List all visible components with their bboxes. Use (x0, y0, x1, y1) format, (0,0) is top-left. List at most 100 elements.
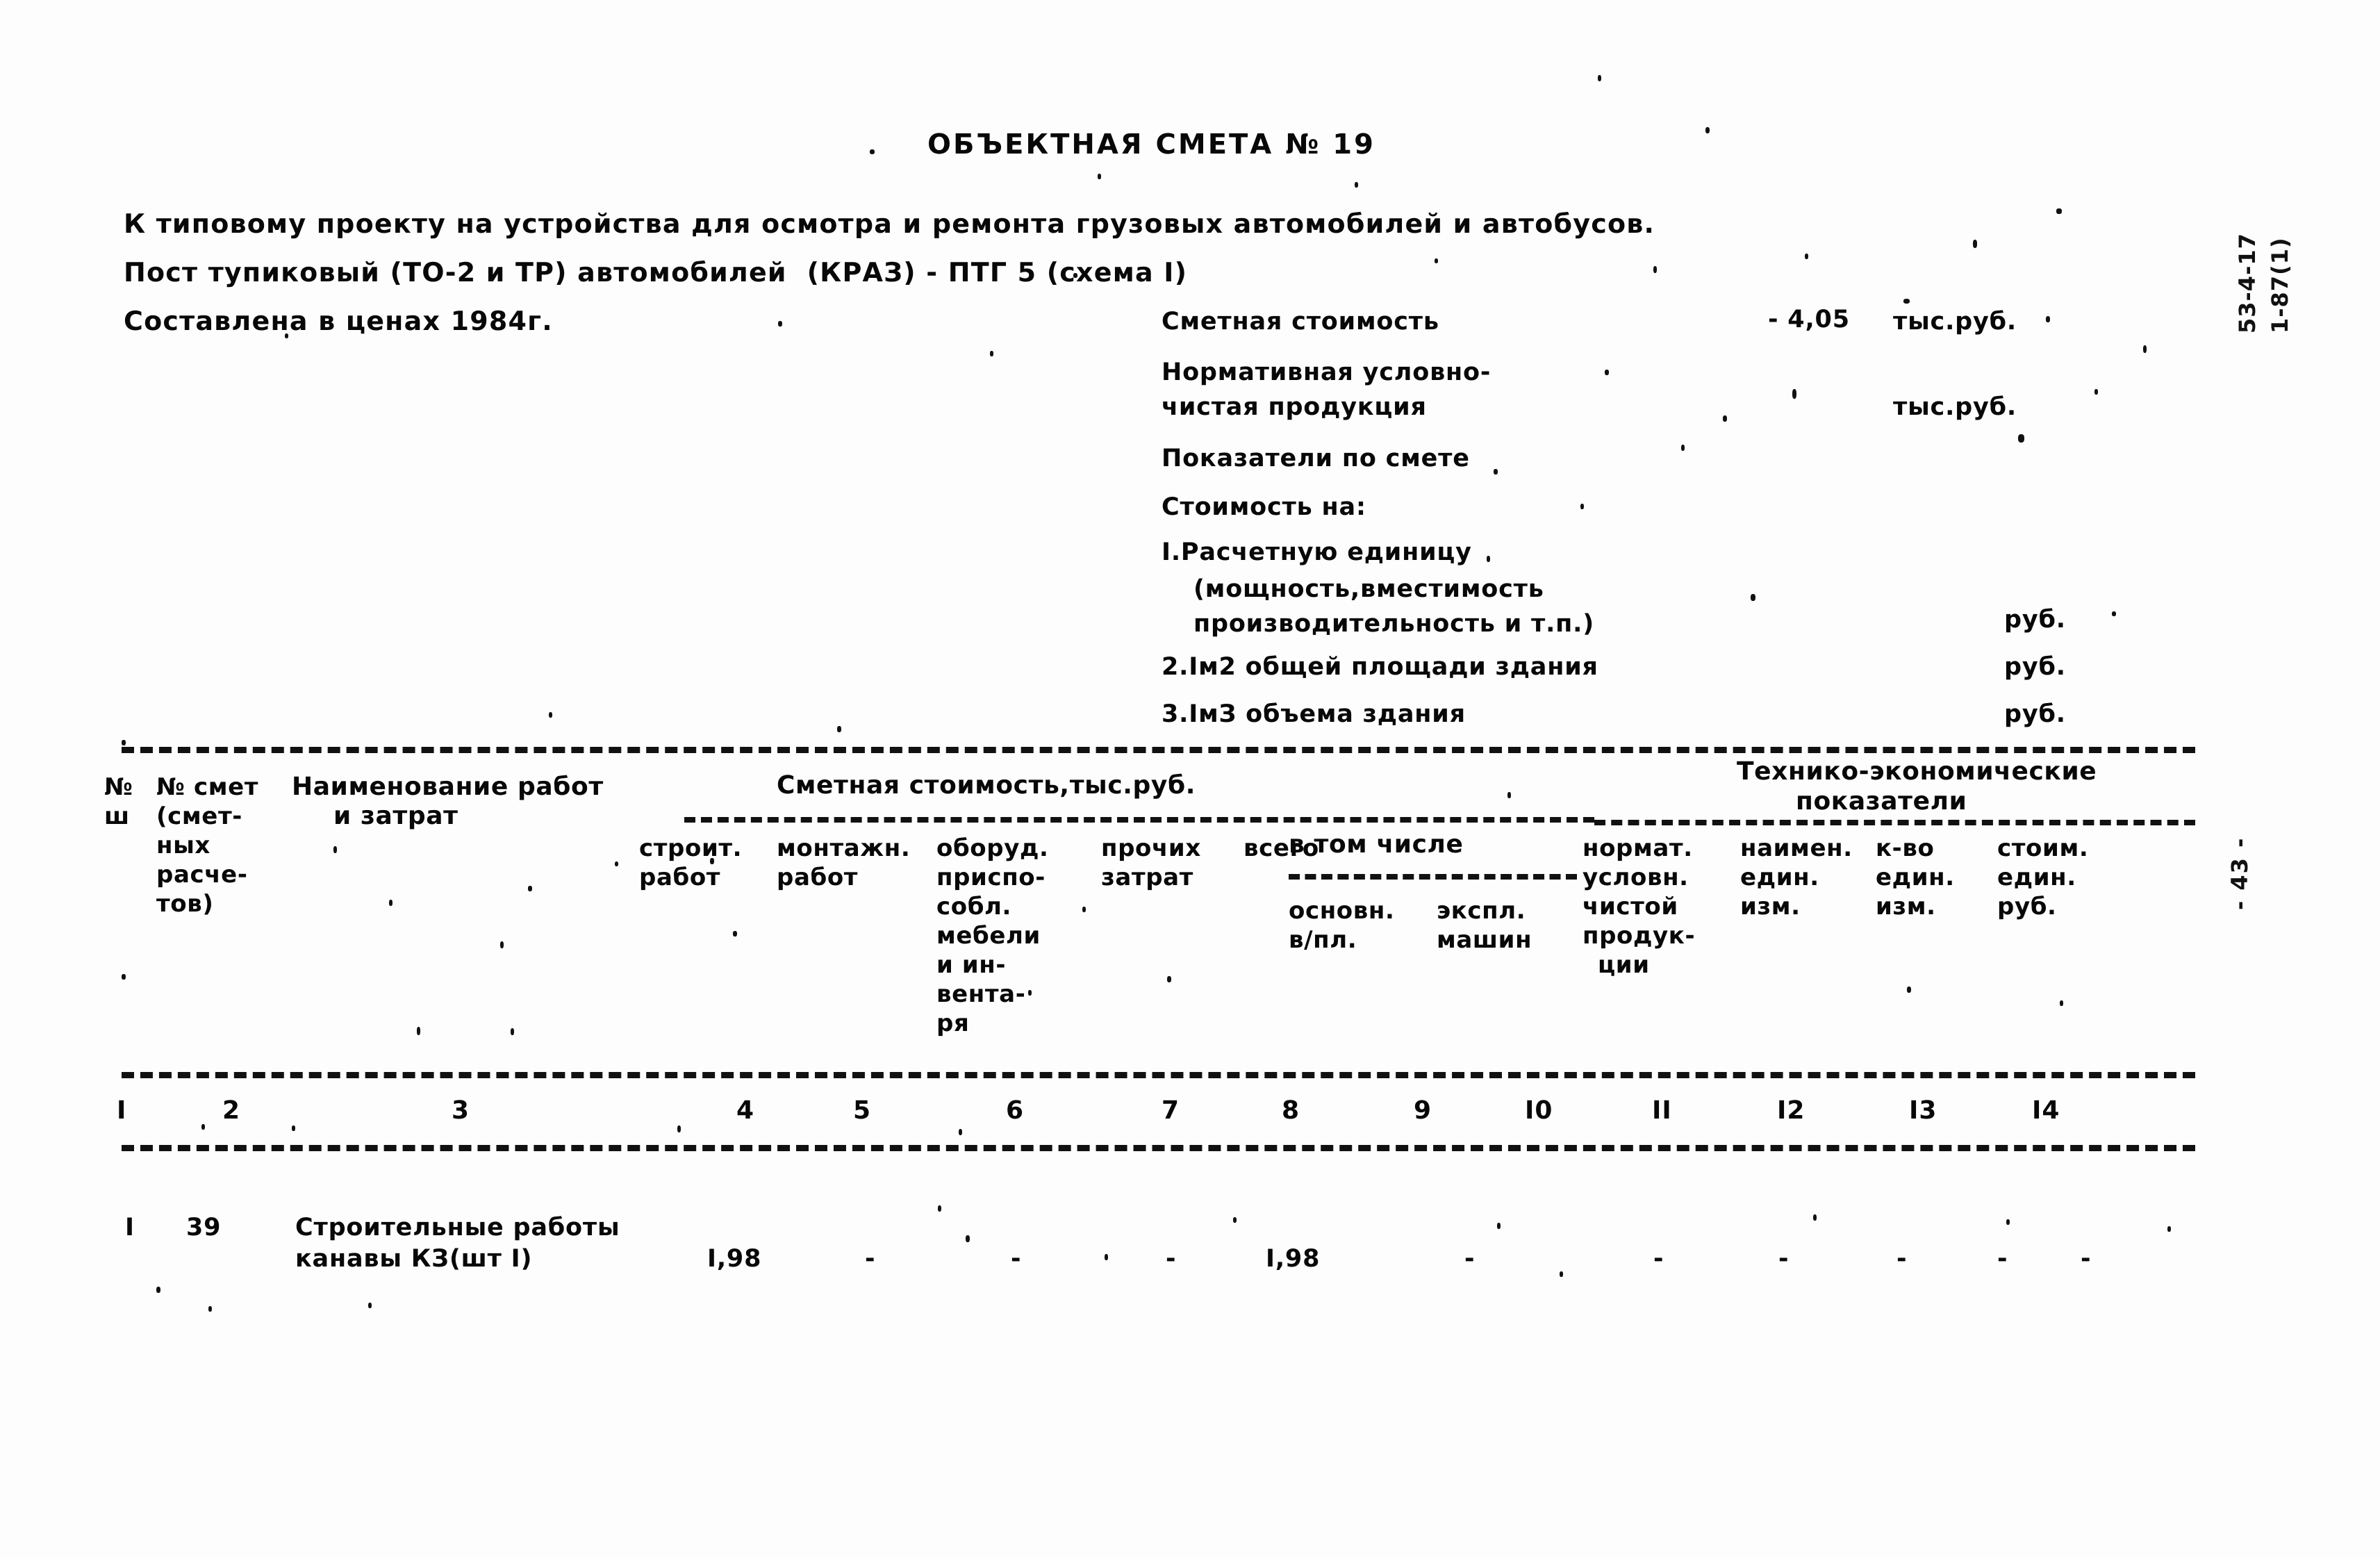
col-2-line-5: тов) (156, 890, 214, 918)
col-6-line-4: мебели (936, 922, 1041, 950)
col-13-line-1: к-во (1876, 834, 1935, 862)
row-1-col-8: I,98 (1266, 1245, 1321, 1273)
col-5-line-2: работ (777, 864, 859, 891)
margin-code-line-2: 1-87(1) (2267, 237, 2293, 333)
col-3-line-2: и затрат (333, 802, 458, 830)
column-header-9: основн. в/пл. (1289, 896, 1395, 955)
cost-item-2-line-1: 2.Iм2 общей площади здания (1162, 653, 1598, 681)
col-9-line-2: в/пл. (1289, 926, 1357, 954)
estimated-cost-value: - 4,05 (1768, 306, 1850, 333)
col-13-line-3: изм. (1876, 893, 1936, 921)
table-numbers-top-rule (122, 1072, 2195, 1078)
row-1-col-9: - (1464, 1245, 1476, 1273)
included-group-rule (1289, 874, 1577, 880)
col-12-line-3: изм. (1740, 893, 1801, 921)
column-header-14: стоим. един. руб. (1997, 834, 2088, 921)
margin-page-number: - 43 - (2226, 836, 2253, 910)
row-1-col-10: - (1653, 1245, 1664, 1273)
col-num-3: 3 (452, 1096, 470, 1125)
col-6-line-7: ря (936, 1009, 970, 1037)
column-header-7: прочих затрат (1101, 834, 1201, 892)
col-num-4: 4 (736, 1096, 755, 1125)
col-11-line-3: чистой (1582, 893, 1678, 921)
row-1-col-5: - (865, 1245, 876, 1273)
row-1-col-7: - (1166, 1245, 1177, 1273)
col-4-line-1: строит. (639, 834, 743, 862)
col-8-line-1: всего (1243, 834, 1319, 862)
col-14-line-3: руб. (1997, 893, 2057, 921)
table-top-rule (122, 747, 2195, 753)
col-10-line-2: машин (1437, 926, 1532, 954)
npp-label-line-2: чистая продукция (1162, 393, 1427, 421)
col-7-line-2: затрат (1101, 864, 1193, 891)
col-1-line-2: ш (104, 802, 130, 830)
group-header-tech-econ-line-1: Технико-экономические (1737, 757, 2097, 786)
column-header-11: нормат. условн. чистой продук- ции (1582, 834, 1695, 980)
column-header-2: № смет (смет- ных расче- тов) (156, 773, 258, 918)
column-header-10: экспл. машин (1437, 896, 1532, 955)
npp-unit: тыс.руб. (1893, 393, 2017, 421)
col-num-14: I4 (2032, 1096, 2060, 1125)
cost-item-1-unit: руб. (2004, 606, 2066, 634)
row-1-col-13: - (1997, 1245, 2008, 1273)
col-num-7: 7 (1162, 1096, 1180, 1125)
col-6-line-1: оборуд. (936, 834, 1049, 862)
row-1-col-12: - (1896, 1245, 1908, 1273)
estimate-cost-group-rule (684, 817, 1594, 823)
col-num-10: I0 (1525, 1096, 1553, 1125)
row-1-col-3-line-1: Строительные работы (295, 1214, 620, 1242)
col-num-11: II (1652, 1096, 1672, 1125)
col-6-line-2: приспо- (936, 864, 1046, 891)
document-page: ОБЪЕКТНАЯ СМЕТА № 19 К типовому проекту … (0, 0, 2380, 1559)
col-9-line-1: основн. (1289, 897, 1395, 925)
row-1-col-1: I (125, 1214, 135, 1242)
row-1-col-6: - (1011, 1245, 1022, 1273)
cost-for-label: Стоимость на: (1162, 493, 1366, 521)
column-header-12: наимен. един. изм. (1740, 834, 1853, 921)
column-header-3: Наименование работ и затрат (292, 773, 604, 831)
cost-item-3-unit: руб. (2004, 700, 2066, 728)
column-header-13: к-во един. изм. (1876, 834, 1955, 921)
col-6-line-6: вента- (936, 980, 1026, 1008)
col-num-13: I3 (1909, 1096, 1937, 1125)
cost-item-1-line-2: (мощность,вместимость (1193, 575, 1544, 603)
col-11-line-4: продук- (1582, 922, 1696, 950)
col-1-line-1: № (104, 773, 133, 801)
intro-line-2: Пост тупиковый (ТО-2 и ТР) автомобилей (… (124, 257, 1188, 288)
col-num-5: 5 (853, 1096, 872, 1125)
col-num-6: 6 (1006, 1096, 1025, 1125)
col-2-line-1: № смет (156, 773, 259, 801)
row-1-col-2: 39 (186, 1214, 222, 1242)
col-num-8: 8 (1282, 1096, 1300, 1125)
col-2-line-3: ных (156, 832, 210, 859)
col-14-line-1: стоим. (1997, 834, 2089, 862)
col-11-line-5: ции (1598, 951, 1650, 979)
cost-item-1-line-1: I.Расчетную единицу (1162, 538, 1472, 566)
group-header-tech-econ-line-2: показатели (1796, 787, 1967, 816)
column-header-8: всего (1243, 834, 1319, 863)
indicators-label: Показатели по смете (1162, 445, 1470, 472)
page-title: ОБЪЕКТНАЯ СМЕТА № 19 (927, 129, 1375, 160)
col-num-2: 2 (222, 1096, 241, 1125)
column-header-4: строит. работ (639, 834, 742, 892)
col-6-line-3: собл. (936, 893, 1012, 921)
column-header-1: № ш (104, 773, 133, 831)
estimated-cost-unit: тыс.руб. (1893, 308, 2017, 336)
cost-item-2-unit: руб. (2004, 653, 2066, 681)
estimated-cost-label: Сметная стоимость (1162, 308, 1439, 336)
col-11-line-1: нормат. (1582, 834, 1693, 862)
row-1-col-4: I,98 (707, 1245, 762, 1273)
col-11-line-2: условн. (1582, 864, 1689, 891)
col-13-line-2: един. (1876, 864, 1955, 891)
col-num-1: I (117, 1096, 127, 1125)
npp-label-line-1: Нормативная условно- (1162, 358, 1491, 386)
col-2-line-2: (смет- (156, 802, 242, 830)
col-12-line-1: наимен. (1740, 834, 1853, 862)
col-14-line-2: един. (1997, 864, 2076, 891)
row-1-col-3-line-2: канавы КЗ(шт I) (295, 1245, 533, 1273)
col-3-line-1: Наименование работ (292, 773, 604, 801)
col-6-line-5: и ин- (936, 951, 1007, 979)
cost-item-1-line-3: производительность и т.п.) (1193, 610, 1595, 638)
row-1-col-14: - (2081, 1245, 2092, 1273)
col-7-line-1: прочих (1101, 834, 1201, 862)
